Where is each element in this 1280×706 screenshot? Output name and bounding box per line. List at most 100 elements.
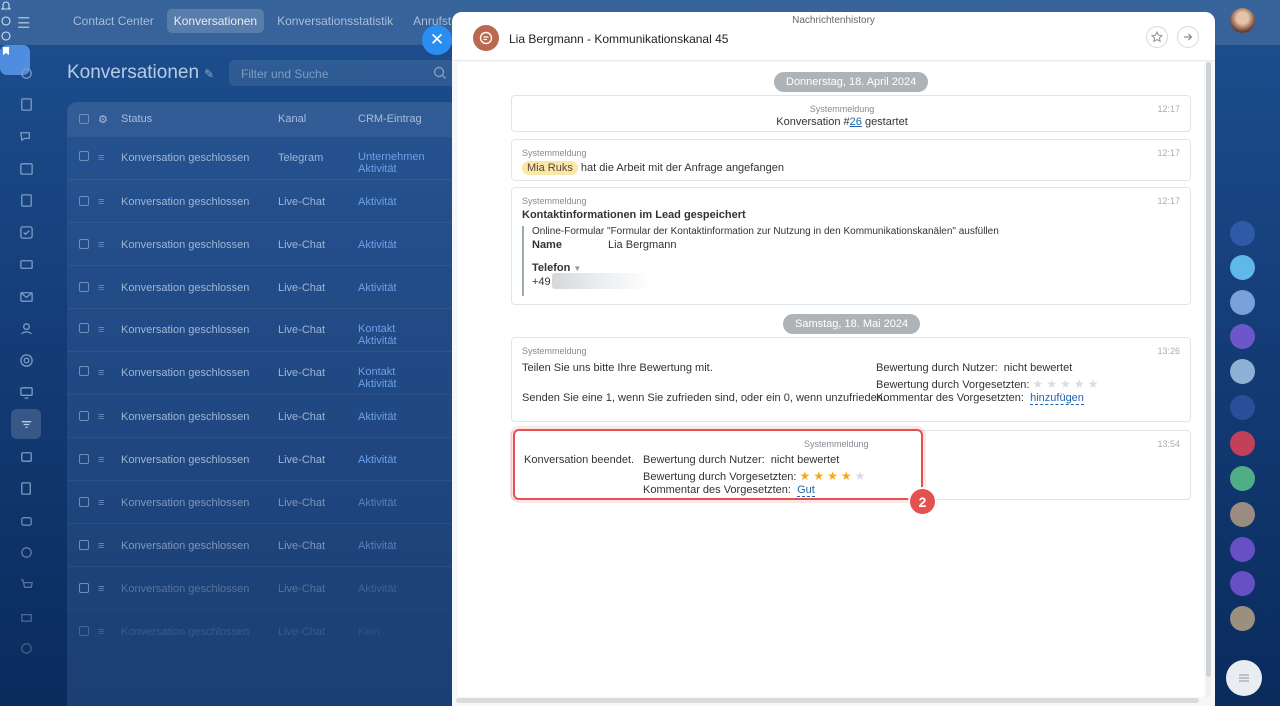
form-title[interactable]: Online-Formular "Formular der Kontaktinf… <box>532 226 999 237</box>
vertical-scrollbar[interactable] <box>1206 62 1211 697</box>
row-checkbox[interactable] <box>79 196 89 206</box>
conversation-link[interactable]: 26 <box>850 116 862 128</box>
star-icon[interactable]: ★ <box>1046 377 1060 391</box>
column-kanal[interactable]: Kanal <box>278 113 306 125</box>
star-icon[interactable]: ★ <box>1074 377 1088 391</box>
row-menu-icon[interactable]: ≡ <box>98 540 104 552</box>
table-row[interactable]: ≡ Konversation geschlossen Live-Chat Aktivi… <box>67 437 467 480</box>
scrollbar-thumb[interactable] <box>1206 62 1211 677</box>
row-checkbox[interactable] <box>79 583 89 593</box>
chat-avatar[interactable] <box>1230 255 1255 280</box>
row-menu-icon[interactable]: ≡ <box>98 583 104 595</box>
crm-link[interactable]: Kein <box>358 626 380 638</box>
row-checkbox[interactable] <box>79 454 89 464</box>
crm-link[interactable]: Aktivität <box>358 583 397 595</box>
chat-avatar[interactable] <box>1230 359 1255 384</box>
row-menu-icon[interactable]: ≡ <box>98 411 104 423</box>
row-menu-icon[interactable]: ≡ <box>98 497 104 509</box>
row-menu-icon[interactable]: ≡ <box>98 152 104 164</box>
crm-link[interactable]: Unternehmen <box>358 151 425 163</box>
chat-avatar[interactable] <box>1230 324 1255 349</box>
row-checkbox[interactable] <box>79 239 89 249</box>
document-icon[interactable] <box>15 189 37 211</box>
crm-link[interactable]: Aktivität <box>358 497 397 509</box>
mail-icon[interactable] <box>15 285 37 307</box>
group-icon[interactable] <box>15 317 37 339</box>
gauge-icon[interactable] <box>15 541 37 563</box>
row-checkbox[interactable] <box>79 282 89 292</box>
help-icon[interactable] <box>15 637 37 659</box>
edit-document-icon[interactable] <box>15 477 37 499</box>
chat-avatar[interactable] <box>1230 221 1255 246</box>
open-chat-button[interactable] <box>1226 660 1262 696</box>
cart-icon[interactable] <box>15 573 37 595</box>
table-row[interactable]: ≡ Konversation geschlossen Live-Chat Kein <box>67 609 467 652</box>
column-crm[interactable]: CRM-Eintrag <box>358 113 422 125</box>
crm-link[interactable]: Aktivität <box>358 196 397 208</box>
table-row[interactable]: ≡ Konversation geschlossen Telegram Unterne… <box>67 136 467 179</box>
star-icon[interactable]: ★ <box>1033 377 1047 391</box>
star-icon[interactable]: ★ <box>1060 377 1074 391</box>
user-avatar[interactable] <box>1230 8 1255 33</box>
chat-icon[interactable] <box>15 125 37 147</box>
close-slider-button[interactable]: ✕ <box>422 25 452 55</box>
chat-avatar[interactable] <box>1230 571 1255 596</box>
favorite-button[interactable] <box>1146 26 1168 48</box>
chat-avatar[interactable] <box>1230 537 1255 562</box>
add-comment-link[interactable]: hinzufügen <box>1030 392 1084 405</box>
pencil-icon[interactable]: ✎ <box>204 67 214 81</box>
row-checkbox[interactable] <box>79 540 89 550</box>
crm-link[interactable]: Kontakt <box>358 323 397 335</box>
table-row[interactable]: ≡ Konversation geschlossen Live-Chat Aktivi… <box>67 566 467 609</box>
tab-contact-center[interactable]: Contact Center <box>66 9 161 33</box>
monitor-icon[interactable] <box>15 381 37 403</box>
supervisor-rating-stars[interactable]: ★★★★★ <box>1033 377 1102 391</box>
chat-avatar[interactable] <box>1230 395 1255 420</box>
row-menu-icon[interactable]: ≡ <box>98 367 104 379</box>
tab-konversationsstatistik[interactable]: Konversationsstatistik <box>270 9 400 33</box>
crm-link[interactable]: Aktivität <box>358 163 425 175</box>
crm-link[interactable]: Aktivität <box>358 378 397 390</box>
row-menu-icon[interactable]: ≡ <box>98 454 104 466</box>
search-input[interactable]: Filter und Suche <box>229 60 459 86</box>
apps-icon[interactable] <box>15 605 37 627</box>
crm-link[interactable]: Kontakt <box>358 366 397 378</box>
crm-link[interactable]: Aktivität <box>358 454 397 466</box>
tab-konversationen[interactable]: Konversationen <box>166 9 265 33</box>
row-checkbox[interactable] <box>79 411 89 421</box>
select-all-checkbox[interactable] <box>79 114 89 124</box>
crm-link[interactable]: Aktivität <box>358 335 397 347</box>
row-menu-icon[interactable]: ≡ <box>98 282 104 294</box>
row-menu-icon[interactable]: ≡ <box>98 626 104 638</box>
crm-link[interactable]: Aktivität <box>358 540 397 552</box>
row-checkbox[interactable] <box>79 366 89 376</box>
search-icon[interactable] <box>433 66 447 80</box>
store-icon[interactable] <box>15 445 37 467</box>
chat-avatar[interactable] <box>1230 290 1255 315</box>
row-checkbox[interactable] <box>79 626 89 636</box>
row-checkbox[interactable] <box>79 151 89 161</box>
crm-link[interactable]: Aktivität <box>358 239 397 251</box>
row-menu-icon[interactable]: ≡ <box>98 196 104 208</box>
column-status[interactable]: Status <box>121 113 152 125</box>
table-row[interactable]: ≡ Konversation geschlossen Live-Chat Kontak… <box>67 308 467 351</box>
table-row[interactable]: ≡ Konversation geschlossen Live-Chat Aktivi… <box>67 480 467 523</box>
menu-icon[interactable]: ☰ <box>17 14 30 32</box>
contact-center-icon[interactable] <box>11 409 41 439</box>
row-checkbox[interactable] <box>79 323 89 333</box>
chat-avatar[interactable] <box>1230 502 1255 527</box>
star-icon[interactable]: ★ <box>1088 377 1102 391</box>
chat-avatar[interactable] <box>1230 431 1255 456</box>
table-row[interactable]: ≡ Konversation geschlossen Live-Chat Aktivi… <box>67 179 467 222</box>
table-row[interactable]: ≡ Konversation geschlossen Live-Chat Aktivi… <box>67 394 467 437</box>
chat-avatar[interactable] <box>1230 466 1255 491</box>
target-icon[interactable] <box>15 349 37 371</box>
table-row[interactable]: ≡ Konversation geschlossen Live-Chat Aktivi… <box>67 523 467 566</box>
forward-button[interactable] <box>1177 26 1199 48</box>
table-row[interactable]: ≡ Konversation geschlossen Live-Chat Kontak… <box>67 351 467 394</box>
crm-link[interactable]: Aktivität <box>358 282 397 294</box>
row-checkbox[interactable] <box>79 497 89 507</box>
crm-icon[interactable] <box>15 253 37 275</box>
operator-chip[interactable]: Mia Ruks <box>522 161 578 175</box>
row-menu-icon[interactable]: ≡ <box>98 324 104 336</box>
